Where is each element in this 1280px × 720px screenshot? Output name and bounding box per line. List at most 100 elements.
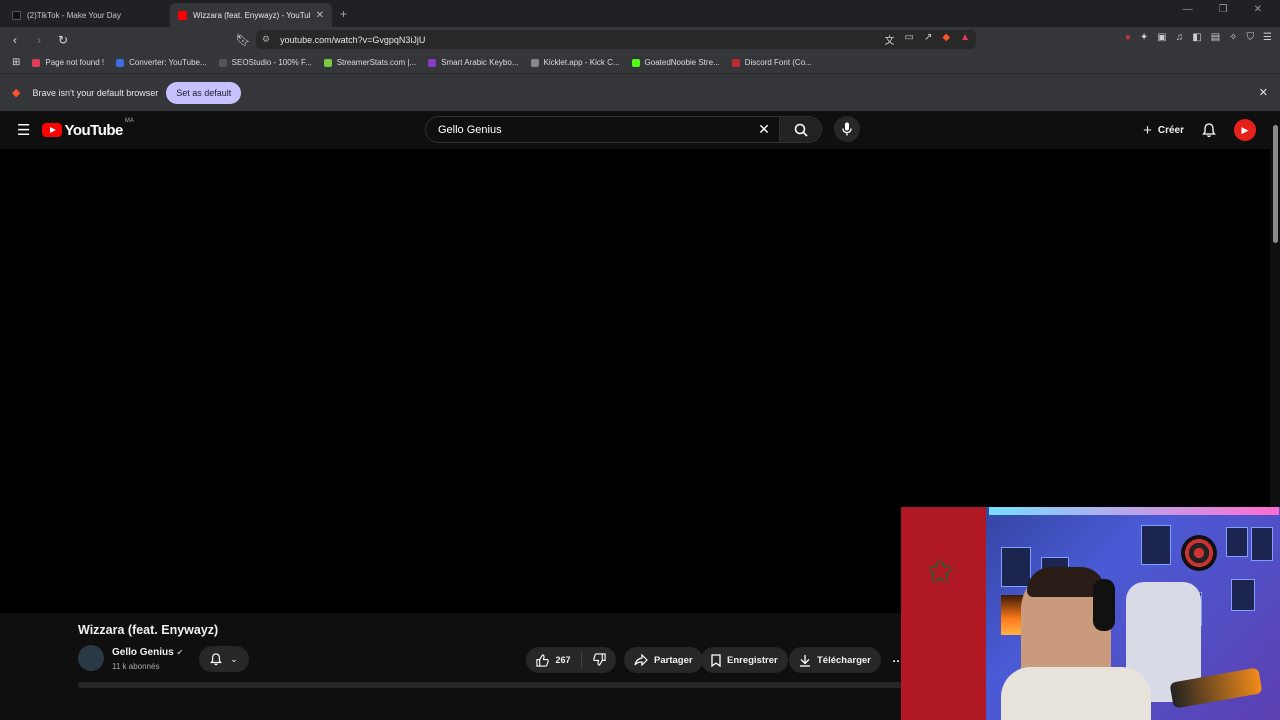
notifications-bell-icon[interactable] [1202,122,1216,138]
url-actions: 文 ▭ ↗ ◆ ▲ [885,32,970,47]
sidebar-icon[interactable]: ◧ [1192,32,1201,43]
streamer-shirt-image [1001,667,1151,720]
menu-icon[interactable]: ☰ [1263,32,1272,43]
wall-poster [1231,579,1255,611]
avatar[interactable]: ▶ [1234,119,1256,141]
bookmark-favicon [631,58,640,67]
bookmark-item[interactable]: Smart Arabic Keybo... [428,58,519,67]
clear-search-icon[interactable]: ✕ [749,121,779,138]
bookmark-label: Kicklet.app - Kick C... [543,58,620,67]
brave-shield-icon[interactable]: ◆ [942,32,950,47]
bookmark-label: StreamerStats.com |... [336,58,417,67]
bookmark-item[interactable]: GoatedNoobie Stre... [631,58,720,67]
search-icon [794,123,808,137]
bookmarks-bar: ⊞ Page not found ! Converter: YouTube...… [0,52,1280,74]
dislike-button[interactable] [582,652,616,668]
thumbs-down-icon [592,652,606,668]
record-icon[interactable]: ● [1125,32,1131,43]
brave-rewards-icon[interactable]: ▲ [960,32,970,47]
wall-poster [1226,527,1248,557]
bookmark-item[interactable]: Discord Font (Co... [731,58,812,67]
close-tab-icon[interactable]: ✕ [316,10,324,21]
screenshot-icon[interactable]: ▣ [1157,32,1166,43]
wallet-icon[interactable]: ▤ [1211,32,1220,43]
address-toolbar: ‹ › ↻ 🔖︎ ⚙ youtube.com/watch?v=GvgpqN3iJ… [0,27,1280,52]
share-icon[interactable]: ↗ [924,32,932,47]
tab-tiktok[interactable]: (2)TikTok - Make Your Day [4,3,166,27]
like-button[interactable]: 267 [526,652,582,668]
bookmark-item[interactable]: Page not found ! [32,58,104,67]
youtube-icon [178,10,187,20]
download-button[interactable]: Télécharger [789,647,881,673]
bookmark-icon[interactable]: 🔖︎ [234,33,252,47]
star-icon: ✩ [926,553,955,591]
bookmark-label: Discord Font (Co... [744,58,812,67]
voice-search-button[interactable] [834,116,860,142]
subscription-bell-button[interactable]: ⌄ [199,646,249,672]
default-browser-infobar: ◆ Brave isn't your default browser Set a… [0,74,1280,111]
set-default-button[interactable]: Set as default [166,81,242,104]
share-button[interactable]: Partager [624,647,703,673]
youtube-play-icon [42,123,63,137]
bookmark-favicon [218,58,227,67]
url-field[interactable]: ⚙ youtube.com/watch?v=GvgpqN3iJjU [256,30,976,49]
led-strip [989,507,1279,515]
reload-icon[interactable]: ↻ [54,33,72,47]
forward-icon[interactable]: › [30,33,48,47]
youtube-logo[interactable]: YouTube MA [42,118,134,139]
video-title: Wizzara (feat. Enywayz) [78,623,219,637]
cast-icon[interactable]: ▭ [905,32,914,47]
vpn-icon[interactable]: ⛉ [1247,32,1255,43]
window-controls: — ❐ ✕ [1183,4,1280,15]
moroccan-flag-image: ✩ [901,507,986,720]
bookmark-favicon [731,58,740,67]
bookmark-item[interactable]: StreamerStats.com |... [323,58,417,67]
create-button[interactable]: + Créer [1143,122,1184,139]
close-window-icon[interactable]: ✕ [1254,4,1262,15]
site-info-icon[interactable]: ⚙ [262,34,270,45]
extensions-icon[interactable]: ✦ [1140,32,1148,43]
minimize-icon[interactable]: — [1183,4,1193,15]
tab-title: Wizzara (feat. Enywayz) - YouTube [193,10,310,20]
search-box: Gello Genius ✕ [425,116,822,143]
bookmark-item[interactable]: Converter: YouTube... [116,58,207,67]
bookmark-favicon [323,58,332,67]
brave-lion-icon: ◆ [12,87,21,99]
close-infobar-icon[interactable]: ✕ [1259,86,1268,99]
like-dislike-group: 267 [526,647,616,673]
webcam-overlay: ✩ [901,507,1280,720]
hamburger-menu-icon[interactable]: ☰ [17,121,30,139]
microphone-icon [842,122,852,136]
music-icon[interactable]: ♫ [1176,32,1184,43]
leo-ai-icon[interactable]: ✧ [1229,32,1237,43]
logo-text: YouTube [64,121,123,139]
translate-icon[interactable]: 文 [885,32,895,47]
plus-icon: + [1143,121,1152,139]
verified-badge-icon: ✔ [176,648,184,657]
description-box-edge [78,682,908,688]
save-button[interactable]: Enregistrer [701,647,788,673]
bell-icon [210,652,223,666]
download-label: Télécharger [817,654,871,666]
bookmark-label: SEOStudio - 100% F... [231,58,312,67]
channel-name[interactable]: Gello Genius ✔ [112,647,183,658]
bookmark-item[interactable]: Kicklet.app - Kick C... [530,58,620,67]
download-icon [799,654,811,667]
url-text: youtube.com/watch?v=GvgpqN3iJjU [280,34,426,45]
chevron-down-icon: ⌄ [230,653,238,664]
bookmark-favicon [116,58,125,67]
search-input[interactable]: Gello Genius [426,124,749,136]
search-button[interactable] [779,117,821,142]
apps-grid-icon[interactable]: ⊞ [12,57,20,68]
channel-avatar[interactable] [78,645,104,671]
save-playlist-icon [711,653,721,667]
new-tab-icon[interactable]: + [340,7,347,21]
back-icon[interactable]: ‹ [6,33,24,47]
header-actions: + Créer ▶ [1143,119,1256,141]
restore-icon[interactable]: ❐ [1219,4,1228,15]
scrollbar-thumb[interactable] [1273,125,1278,243]
thumbs-up-icon [536,653,550,667]
tab-youtube[interactable]: Wizzara (feat. Enywayz) - YouTube ✕ [170,3,332,27]
wall-poster [1251,527,1273,561]
bookmark-item[interactable]: SEOStudio - 100% F... [218,58,312,67]
